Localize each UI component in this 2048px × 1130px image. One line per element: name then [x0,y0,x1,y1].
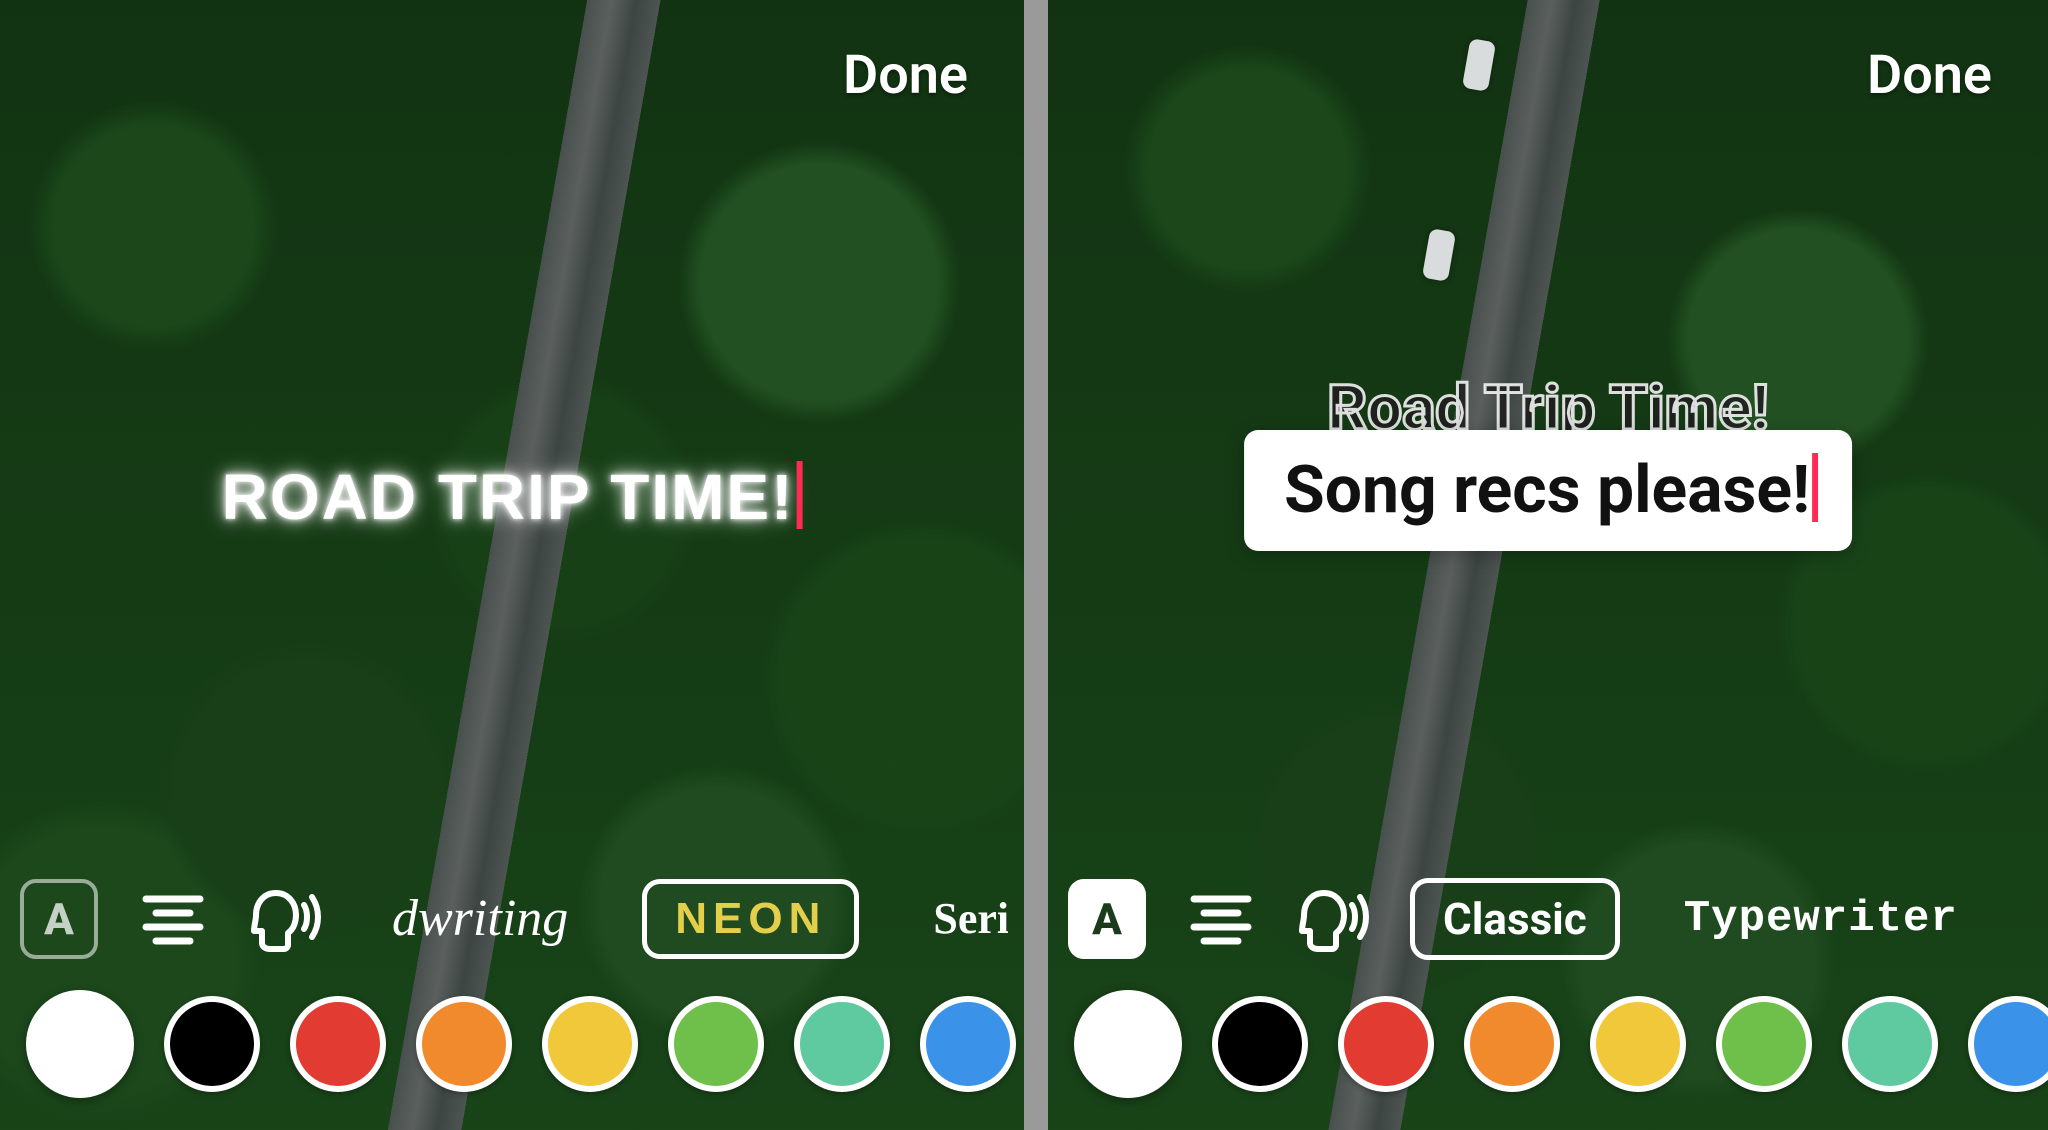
text-overlay-content: Song recs please! [1284,452,1810,529]
done-button[interactable]: Done [1867,44,1992,107]
font-option-typewriter[interactable]: Typewriter [1654,882,1988,956]
story-editor-panel-left: Done ROAD TRIP TIME! A [0,0,1024,1130]
text-align-button[interactable] [1182,880,1260,958]
color-picker [0,990,1024,1098]
font-picker: Classic Typewriter [1410,878,2032,960]
align-center-icon [1190,893,1252,945]
text-align-button[interactable] [134,880,212,958]
text-style-toggle[interactable]: A [20,880,98,958]
text-toolbar: A [0,877,1024,960]
done-button[interactable]: Done [843,44,968,107]
color-swatch-white[interactable] [26,990,134,1098]
color-swatch-yellow[interactable] [542,996,638,1092]
color-picker [1048,990,2048,1098]
color-swatch-red[interactable] [290,996,386,1092]
letter-a-icon: A [1068,879,1146,959]
speaking-head-icon [250,885,324,953]
color-swatch-blue[interactable] [920,996,1016,1092]
text-to-speech-button[interactable] [248,880,326,958]
background-image [1048,0,2048,1130]
speaking-head-icon [1298,885,1372,953]
text-overlay-content: ROAD TRIP TIME! [222,461,795,533]
text-toolbar: A [1048,878,2048,960]
text-overlay[interactable]: ROAD TRIP TIME! [222,460,803,534]
font-option-classic[interactable]: Classic [1410,878,1620,960]
letter-a-icon: A [20,879,98,959]
text-style-toggle[interactable]: A [1068,880,1146,958]
color-swatch-green[interactable] [668,996,764,1092]
panel-divider [1024,0,1048,1130]
color-swatch-green[interactable] [1716,996,1812,1092]
font-option-handwriting[interactable]: dwriting [362,877,598,960]
color-swatch-blue[interactable] [1968,996,2048,1092]
color-swatch-black[interactable] [1212,996,1308,1092]
color-swatch-white[interactable] [1074,990,1182,1098]
color-swatch-black[interactable] [164,996,260,1092]
color-swatch-teal[interactable] [794,996,890,1092]
font-option-serif[interactable]: Serif [903,881,1008,956]
color-swatch-orange[interactable] [416,996,512,1092]
text-caret [796,461,802,528]
story-editor-panel-right: Done Road Trip Time! Song recs please! A [1048,0,2048,1130]
text-to-speech-button[interactable] [1296,880,1374,958]
text-overlay[interactable]: Song recs please! [1244,430,1852,551]
color-swatch-orange[interactable] [1464,996,1560,1092]
color-swatch-red[interactable] [1338,996,1434,1092]
text-caret [1812,453,1818,522]
color-swatch-teal[interactable] [1842,996,1938,1092]
font-picker: dwriting NEON Serif [362,877,1008,960]
align-center-icon [142,893,204,945]
color-swatch-yellow[interactable] [1590,996,1686,1092]
font-option-neon[interactable]: NEON [642,879,859,959]
background-image [0,0,1024,1130]
